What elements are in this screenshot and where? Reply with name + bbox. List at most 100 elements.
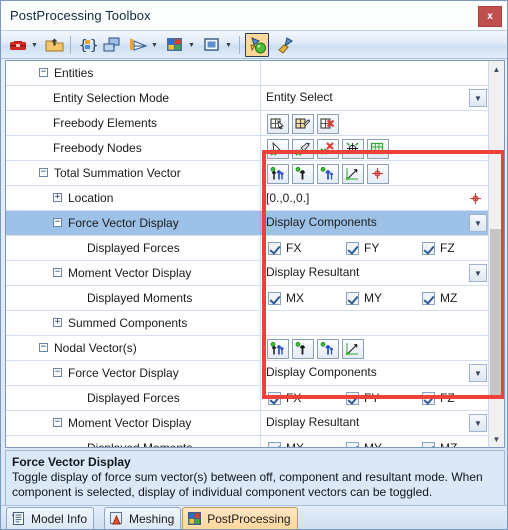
- freebody-icon[interactable]: [245, 33, 269, 57]
- property-row[interactable]: Displayed Forces FX FY FZ: [6, 386, 489, 411]
- property-row[interactable]: − Force Vector Display Display Components ▼: [6, 361, 489, 386]
- property-row[interactable]: − Moment Vector Display Display Resultant ▼: [6, 261, 489, 286]
- checkbox-box[interactable]: [422, 241, 435, 255]
- value-dropdown[interactable]: Display Resultant ▼: [262, 411, 489, 435]
- vector-black-icon[interactable]: [292, 164, 314, 184]
- scrollbar-thumb[interactable]: [490, 229, 503, 395]
- property-row[interactable]: Freebody Nodes: [6, 136, 489, 161]
- paint-elements-icon[interactable]: [292, 114, 314, 134]
- tab-model-info[interactable]: Model Info: [6, 507, 95, 529]
- property-row[interactable]: − Force Vector Display Display Components ▼: [6, 211, 489, 236]
- target-icon[interactable]: [465, 189, 487, 209]
- property-row[interactable]: Entity Selection Mode Entity Select ▼: [6, 86, 489, 111]
- expand-icon[interactable]: +: [53, 193, 62, 202]
- property-row[interactable]: − Entities: [6, 61, 489, 86]
- toolbox-dropdown-arrow[interactable]: ▼: [29, 34, 40, 56]
- checkbox-fz[interactable]: FZ: [422, 391, 455, 405]
- property-row[interactable]: + Location [0.,0.,0.]: [6, 186, 489, 211]
- chevron-down-icon[interactable]: ▼: [469, 364, 487, 382]
- delete-nodes-icon[interactable]: [317, 139, 339, 159]
- ruler-icon[interactable]: [127, 34, 149, 56]
- axis-icon[interactable]: [342, 339, 364, 359]
- scroll-up-button[interactable]: ▲: [489, 61, 504, 77]
- collapse-icon[interactable]: −: [53, 418, 62, 427]
- chevron-down-icon[interactable]: ▼: [469, 414, 487, 432]
- axis-icon[interactable]: [342, 164, 364, 184]
- color-grid-dropdown-arrow[interactable]: ▼: [186, 34, 197, 56]
- paint-nodes-icon[interactable]: [292, 139, 314, 159]
- square-icon[interactable]: [201, 34, 223, 56]
- value-dropdown[interactable]: Display Components ▼: [262, 361, 489, 385]
- checkbox-box[interactable]: [422, 291, 435, 305]
- property-row[interactable]: Displayed Moments MX MY MZ: [6, 436, 489, 447]
- checkbox-fy[interactable]: FY: [346, 391, 379, 405]
- broom-icon[interactable]: [273, 34, 295, 56]
- checkbox-my[interactable]: MY: [346, 441, 382, 447]
- braces-icon[interactable]: { }: [77, 34, 99, 56]
- property-row[interactable]: Freebody Elements: [6, 111, 489, 136]
- checkbox-box[interactable]: [346, 241, 359, 255]
- property-row[interactable]: + Summed Components: [6, 311, 489, 336]
- checkbox-fx[interactable]: FX: [268, 391, 301, 405]
- center-node-icon[interactable]: [342, 139, 364, 159]
- scroll-down-button[interactable]: ▼: [489, 431, 504, 447]
- checkbox-box[interactable]: [268, 441, 281, 447]
- checkbox-fy[interactable]: FY: [346, 241, 379, 255]
- checkbox-mz[interactable]: MZ: [422, 441, 457, 447]
- vertical-scrollbar[interactable]: ▲ ▼: [488, 61, 504, 447]
- value-dropdown[interactable]: Entity Select ▼: [262, 86, 489, 110]
- checkbox-mx[interactable]: MX: [268, 291, 304, 305]
- tab-postprocessing[interactable]: PostProcessing: [182, 507, 298, 529]
- collapse-icon[interactable]: −: [53, 268, 62, 277]
- checkbox-box[interactable]: [268, 291, 281, 305]
- property-row[interactable]: Displayed Moments MX MY MZ: [6, 286, 489, 311]
- target-icon[interactable]: [367, 164, 389, 184]
- checkbox-box[interactable]: [346, 441, 359, 447]
- open-folder-icon[interactable]: [43, 34, 65, 56]
- chevron-down-icon[interactable]: ▼: [469, 264, 487, 282]
- property-row[interactable]: − Total Summation Vector: [6, 161, 489, 186]
- layers-icon[interactable]: [101, 34, 123, 56]
- collapse-icon[interactable]: −: [53, 218, 62, 227]
- ruler-dropdown-arrow[interactable]: ▼: [149, 34, 160, 56]
- chevron-down-icon[interactable]: ▼: [469, 89, 487, 107]
- checkbox-box[interactable]: [422, 441, 435, 447]
- checkbox-mx[interactable]: MX: [268, 441, 304, 447]
- vector-blue-icon[interactable]: [317, 339, 339, 359]
- collapse-icon[interactable]: −: [39, 68, 48, 77]
- checkbox-box[interactable]: [346, 291, 359, 305]
- value-dropdown[interactable]: Display Components ▼: [262, 211, 489, 235]
- checkbox-box[interactable]: [268, 241, 281, 255]
- vector-blue-icon[interactable]: [317, 164, 339, 184]
- property-grid[interactable]: − Entities Entity Selection Mode Entity Sel…: [5, 60, 505, 448]
- property-row[interactable]: Displayed Forces FX FY FZ: [6, 236, 489, 261]
- toolbox-icon[interactable]: [7, 34, 29, 56]
- select-nodes-icon[interactable]: [267, 139, 289, 159]
- property-row[interactable]: − Nodal Vector(s): [6, 336, 489, 361]
- property-label-cell: + Summed Components: [31, 311, 261, 335]
- close-button[interactable]: x: [478, 6, 502, 27]
- property-row[interactable]: − Moment Vector Display Display Resultant ▼: [6, 411, 489, 436]
- checkbox-box[interactable]: [346, 391, 359, 405]
- checkbox-fx[interactable]: FX: [268, 241, 301, 255]
- vector-both-icon[interactable]: [267, 164, 289, 184]
- square-dropdown-arrow[interactable]: ▼: [223, 34, 234, 56]
- collapse-icon[interactable]: −: [39, 168, 48, 177]
- color-grid-icon[interactable]: [164, 34, 186, 56]
- expand-icon[interactable]: +: [53, 318, 62, 327]
- checkbox-mz[interactable]: MZ: [422, 291, 457, 305]
- vector-both-icon[interactable]: [267, 339, 289, 359]
- checkbox-fz[interactable]: FZ: [422, 241, 455, 255]
- checkbox-my[interactable]: MY: [346, 291, 382, 305]
- select-elements-icon[interactable]: [267, 114, 289, 134]
- delete-elements-icon[interactable]: [317, 114, 339, 134]
- grid-nodes-icon[interactable]: [367, 139, 389, 159]
- tab-meshing[interactable]: Meshing: [104, 507, 182, 529]
- checkbox-box[interactable]: [422, 391, 435, 405]
- value-dropdown[interactable]: Display Resultant ▼: [262, 261, 489, 285]
- collapse-icon[interactable]: −: [39, 343, 48, 352]
- chevron-down-icon[interactable]: ▼: [469, 214, 487, 232]
- vector-black-icon[interactable]: [292, 339, 314, 359]
- collapse-icon[interactable]: −: [53, 368, 62, 377]
- checkbox-box[interactable]: [268, 391, 281, 405]
